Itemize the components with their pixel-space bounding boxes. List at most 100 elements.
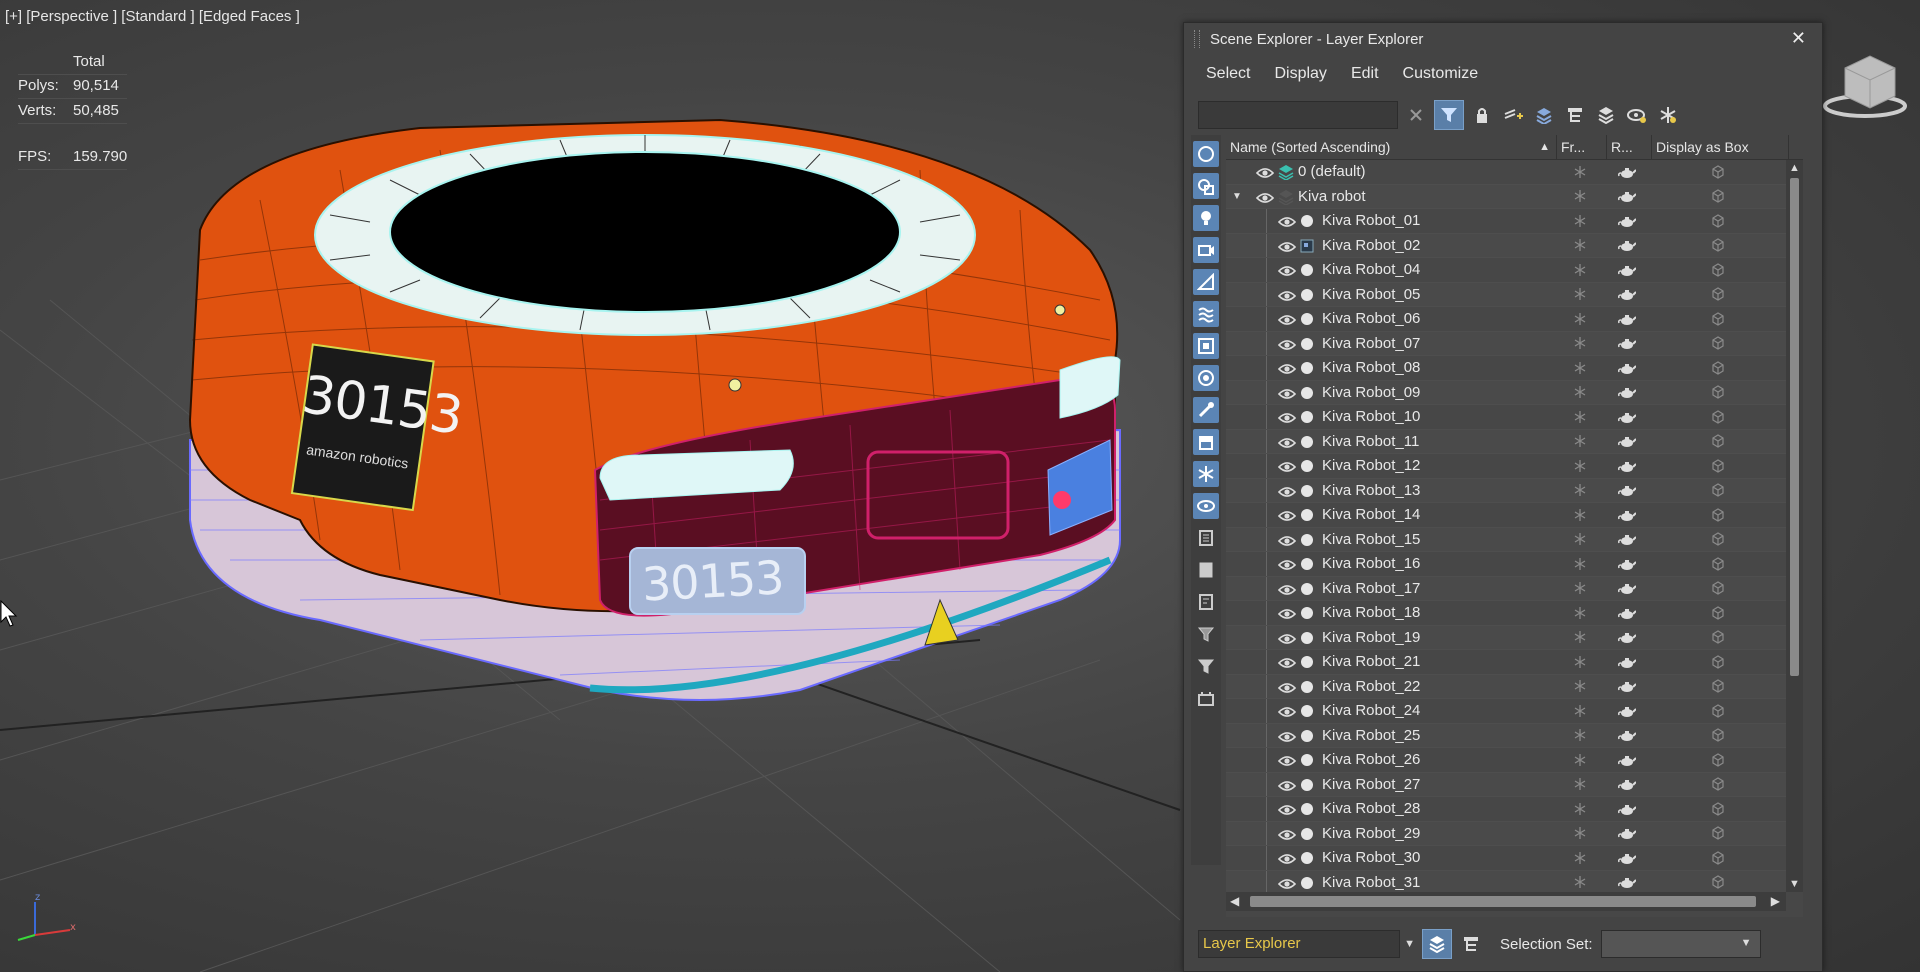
freeze-icon[interactable] [1555,287,1605,301]
renderable-teapot-icon[interactable] [1605,410,1650,424]
display-as-box-icon[interactable] [1650,728,1786,742]
freeze-icon[interactable] [1555,875,1605,889]
renderable-teapot-icon[interactable] [1605,459,1650,473]
search-input[interactable] [1198,101,1398,129]
display-as-box-icon[interactable] [1650,434,1786,448]
menu-display[interactable]: Display [1262,65,1338,83]
renderable-teapot-icon[interactable] [1605,483,1650,497]
clear-search-icon[interactable] [1403,102,1429,128]
explorer-mode-select[interactable]: Layer Explorer ▼ [1198,930,1415,958]
visibility-eye-icon[interactable] [1277,779,1297,791]
visibility-eye-icon[interactable] [1277,681,1297,693]
tree-row[interactable]: Kiva Robot_14 [1226,503,1786,528]
explorer-title-bar[interactable]: Scene Explorer - Layer Explorer ✕ [1184,23,1822,55]
hierarchy-icon[interactable] [1562,102,1588,128]
vertical-scrollbar[interactable]: ▲ ▼ [1786,160,1803,892]
display-as-box-icon[interactable] [1650,483,1786,497]
layers-stack-icon[interactable] [1531,102,1557,128]
display-as-box-icon[interactable] [1650,802,1786,816]
renderable-teapot-icon[interactable] [1605,728,1650,742]
tree-row[interactable]: Kiva Robot_01 [1226,209,1786,234]
freeze-icon[interactable] [1555,728,1605,742]
freeze-icon[interactable] [1555,826,1605,840]
visibility-eye-icon[interactable] [1255,191,1275,203]
renderable-teapot-icon[interactable] [1605,361,1650,375]
freeze-icon[interactable] [1555,655,1605,669]
filter-funnel-2-icon[interactable] [1193,653,1219,679]
display-as-box-icon[interactable] [1650,753,1786,767]
renderable-teapot-icon[interactable] [1605,312,1650,326]
freeze-icon[interactable] [1555,557,1605,571]
renderable-teapot-icon[interactable] [1605,336,1650,350]
freeze-icon[interactable] [1555,704,1605,718]
display-as-box-icon[interactable] [1650,287,1786,301]
display-as-box-icon[interactable] [1650,532,1786,546]
filter-shapes-icon[interactable] [1193,173,1219,199]
filter-toggle-icon[interactable] [1434,100,1464,130]
lock-icon[interactable] [1469,102,1495,128]
display-as-box-icon[interactable] [1650,312,1786,326]
display-as-box-icon[interactable] [1650,263,1786,277]
renderable-teapot-icon[interactable] [1605,704,1650,718]
renderable-teapot-icon[interactable] [1605,557,1650,571]
renderable-teapot-icon[interactable] [1605,606,1650,620]
display-as-box-icon[interactable] [1650,679,1786,693]
renderable-teapot-icon[interactable] [1605,287,1650,301]
tree-row[interactable]: Kiva Robot_28 [1226,797,1786,822]
display-as-box-icon[interactable] [1650,826,1786,840]
freeze-icon[interactable] [1555,606,1605,620]
tree-row[interactable]: Kiva Robot_10 [1226,405,1786,430]
freeze-icon[interactable] [1555,336,1605,350]
tree-row[interactable]: Kiva Robot_02 [1226,233,1786,258]
filter-geometry-icon[interactable] [1193,141,1219,167]
horizontal-scrollbar[interactable]: ◀ ▶ [1226,892,1786,911]
freeze-icon[interactable] [1555,238,1605,252]
column-name[interactable]: Name (Sorted Ascending) ▲ [1226,135,1557,159]
freeze-icon[interactable] [1555,459,1605,473]
renderable-teapot-icon[interactable] [1605,263,1650,277]
scroll-thumb[interactable] [1790,178,1799,676]
renderable-teapot-icon[interactable] [1605,581,1650,595]
display-as-box-icon[interactable] [1650,630,1786,644]
visibility-eye-icon[interactable] [1277,534,1297,546]
tree-row[interactable]: Kiva Robot_09 [1226,380,1786,405]
sort-by-layer-icon[interactable] [1422,929,1452,959]
visibility-eye-icon[interactable] [1277,803,1297,815]
renderable-teapot-icon[interactable] [1605,826,1650,840]
renderable-teapot-icon[interactable] [1605,851,1650,865]
filter-helpers-icon[interactable] [1193,269,1219,295]
display-as-box-icon[interactable] [1650,214,1786,228]
freeze-icon[interactable] [1555,777,1605,791]
freeze-icon[interactable] [1555,753,1605,767]
invert-display-icon[interactable] [1193,589,1219,615]
tree-row[interactable]: Kiva Robot_13 [1226,478,1786,503]
freeze-icon[interactable] [1555,851,1605,865]
renderable-teapot-icon[interactable] [1605,238,1650,252]
renderable-teapot-icon[interactable] [1605,655,1650,669]
renderable-teapot-icon[interactable] [1605,802,1650,816]
sort-by-hierarchy-icon[interactable] [1456,929,1486,959]
scroll-right-icon[interactable]: ▶ [1771,894,1780,908]
visibility-eye-icon[interactable] [1277,558,1297,570]
display-as-box-icon[interactable] [1650,777,1786,791]
layer-manager-icon[interactable] [1593,102,1619,128]
column-render[interactable]: R... [1607,135,1652,159]
visibility-eye-icon[interactable] [1277,338,1297,350]
visibility-eye-icon[interactable] [1277,705,1297,717]
close-icon[interactable]: ✕ [1791,28,1806,49]
scroll-down-icon[interactable]: ▼ [1789,878,1800,890]
expand-arrow-icon[interactable]: ▼ [1232,191,1242,202]
freeze-icon[interactable] [1555,581,1605,595]
selection-set-dropdown[interactable]: ▼ [1600,930,1761,958]
tree-row[interactable]: Kiva Robot_24 [1226,699,1786,724]
visibility-eye-icon[interactable] [1277,852,1297,864]
column-freeze[interactable]: Fr... [1557,135,1607,159]
display-as-box-icon[interactable] [1650,336,1786,350]
filter-spacewarps-icon[interactable] [1193,301,1219,327]
visibility-eye-icon[interactable] [1277,607,1297,619]
tree-row[interactable]: Kiva Robot_26 [1226,748,1786,773]
scroll-left-icon[interactable]: ◀ [1230,894,1239,908]
visibility-eye-icon[interactable] [1277,460,1297,472]
display-as-box-icon[interactable] [1650,606,1786,620]
renderable-teapot-icon[interactable] [1605,189,1650,203]
